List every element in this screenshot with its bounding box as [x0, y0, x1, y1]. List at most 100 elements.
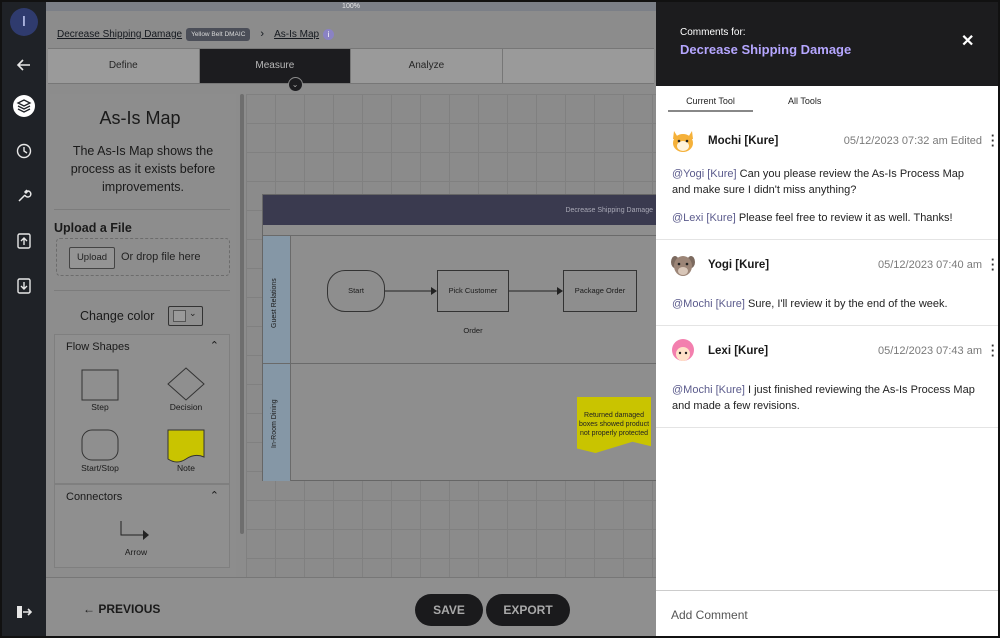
progress-bar: 100% [46, 2, 656, 11]
connectors-section: Connectors ⌃ Arrow [54, 484, 230, 568]
note-label: Note [177, 463, 195, 473]
previous-button[interactable]: ← PREVIOUS [83, 602, 160, 616]
lane-label: In-Room Dining [271, 399, 278, 448]
left-rail: I [2, 2, 46, 636]
more-options-icon[interactable]: · · · [990, 129, 996, 152]
comment-timestamp: 05/12/2023 07:40 am [878, 259, 982, 271]
flow-shapes-section: Flow Shapes ⌃ Step Decision Start/Stop N… [54, 334, 230, 484]
export-button[interactable]: EXPORT [486, 594, 570, 626]
arrow-connector-shape[interactable] [119, 519, 153, 545]
arrow-label: Arrow [124, 547, 148, 557]
app-window: I 100% Decrease Shipping Damage Yellow B… [0, 0, 1000, 638]
breadcrumb-separator: › [260, 28, 265, 40]
lane-label: Guest Relations [271, 278, 278, 328]
comment-paragraph: @Mochi [Kure] I just finished reviewing … [672, 382, 982, 414]
comments-header: Comments for: Decrease Shipping Damage ✕ [656, 2, 998, 86]
comment-item: Lexi [Kure] 05/12/2023 07:43 am · · · @Moc… [656, 326, 998, 428]
comment-author: Lexi [Kure] [708, 345, 769, 357]
chevron-down-icon: ⌄ [189, 308, 197, 318]
upload-button[interactable]: Upload [69, 247, 115, 269]
comment-author: Mochi [Kure] [708, 135, 779, 147]
divider [54, 209, 230, 210]
add-comment-input[interactable]: Add Comment [656, 590, 998, 636]
start-node[interactable]: Start [327, 270, 385, 312]
divider [54, 290, 230, 291]
breadcrumb: Decrease Shipping Damage Yellow Belt DMA… [57, 24, 335, 44]
chevron-up-icon[interactable]: ⌃ [210, 339, 219, 352]
wrench-icon[interactable] [14, 186, 34, 206]
comment-item: Yogi [Kure] 05/12/2023 07:40 am · · · @Moc… [656, 240, 998, 326]
user-mention[interactable]: @Yogi [Kure] [672, 168, 737, 180]
swimlane-pool[interactable]: Decrease Shipping Damage Guest Relations… [262, 194, 663, 481]
color-picker[interactable]: ⌄ [168, 306, 203, 326]
methodology-badge: Yellow Belt DMAIC [186, 27, 251, 41]
tab-measure-label: Measure [255, 60, 295, 71]
avatar [668, 336, 698, 366]
more-options-icon[interactable]: · · · [990, 339, 996, 362]
comment-author: Yogi [Kure] [708, 259, 770, 271]
panel-description: The As-Is Map shows the process as it ex… [70, 144, 216, 194]
tab-all-tools[interactable]: All Tools [788, 96, 821, 106]
chevron-down-icon[interactable]: ⌄ [287, 77, 303, 92]
user-mention[interactable]: @Mochi [Kure] [672, 384, 745, 396]
info-icon[interactable]: i [323, 28, 335, 40]
user-mention[interactable]: @Mochi [Kure] [672, 298, 745, 310]
upload-title: Upload a File [54, 221, 132, 235]
breadcrumb-current-link[interactable]: As-Is Map [274, 29, 319, 40]
phase-tabs: Define Measure ⌄ Analyze [48, 48, 654, 92]
comment-timestamp: 05/12/2023 07:32 am Edited [843, 135, 982, 147]
flow-shapes-header[interactable]: Flow Shapes [66, 341, 130, 353]
bottom-bar: ← PREVIOUS SAVE EXPORT [46, 577, 656, 636]
user-avatar[interactable]: I [10, 8, 38, 36]
comment-item: Mochi [Kure] 05/12/2023 07:32 am Edited … [656, 116, 998, 240]
note-shape[interactable] [167, 429, 205, 463]
download-icon[interactable] [14, 276, 34, 296]
more-options-icon[interactable]: · · · [990, 253, 996, 276]
panel-scrollbar[interactable] [240, 94, 244, 534]
comment-paragraph: @Yogi [Kure] Can you please review the A… [672, 166, 982, 198]
layers-icon[interactable] [14, 96, 34, 116]
breadcrumb-project-link[interactable]: Decrease Shipping Damage [57, 29, 182, 40]
logout-icon[interactable] [14, 602, 34, 622]
comment-text: Please feel free to review it as well. T… [738, 212, 953, 224]
panel-title: As-Is Map [99, 108, 181, 128]
tab-analyze[interactable]: Analyze [351, 49, 503, 83]
close-icon[interactable]: ✕ [961, 31, 974, 51]
comments-project-title: Decrease Shipping Damage [680, 42, 852, 57]
comments-sidebar: Comments for: Decrease Shipping Damage ✕… [656, 2, 998, 636]
decision-shape[interactable] [167, 367, 205, 401]
tab-current-tool[interactable]: Current Tool [668, 96, 753, 112]
comments-heading: Comments for: [680, 27, 746, 38]
start-stop-shape[interactable] [81, 429, 119, 461]
avatar [668, 126, 698, 156]
user-mention[interactable]: @Lexi [Kure] [672, 212, 736, 224]
connector-arrows [385, 287, 563, 295]
tab-define[interactable]: Define [48, 49, 200, 83]
clock-icon[interactable] [14, 141, 34, 161]
save-button[interactable]: SAVE [415, 594, 483, 626]
tab-measure[interactable]: Measure ⌄ [199, 49, 352, 92]
step-node[interactable]: Package Order [563, 270, 637, 312]
start-stop-label: Start/Stop [81, 463, 119, 473]
drop-hint: Or drop file here [121, 251, 201, 263]
step-shape[interactable] [81, 369, 119, 401]
tab-next[interactable] [503, 49, 654, 83]
connectors-header[interactable]: Connectors [66, 491, 122, 503]
comment-timestamp: 05/12/2023 07:43 am [878, 345, 982, 357]
add-comment-placeholder: Add Comment [671, 608, 748, 622]
color-swatch [173, 310, 186, 322]
arrow-left-icon[interactable] [14, 55, 34, 75]
change-color-label: Change color [80, 309, 155, 323]
comment-tabs: Current Tool All Tools [656, 96, 998, 112]
previous-label: PREVIOUS [98, 602, 161, 616]
decision-label: Decision [169, 402, 203, 412]
tool-panel: As-Is Map The As-Is Map shows the proces… [50, 94, 244, 577]
chevron-up-icon[interactable]: ⌃ [210, 489, 219, 502]
main-workspace: 100% Decrease Shipping Damage Yellow Bel… [46, 2, 663, 636]
diagram-canvas[interactable]: Decrease Shipping Damage Guest Relations… [246, 94, 663, 577]
pool-title: Decrease Shipping Damage [263, 195, 663, 225]
step-label: Step [91, 402, 109, 412]
comment-paragraph: @Lexi [Kure] Please feel free to review … [672, 210, 982, 226]
upload-icon[interactable] [14, 231, 34, 251]
file-dropzone[interactable]: Upload Or drop file here [56, 238, 230, 276]
